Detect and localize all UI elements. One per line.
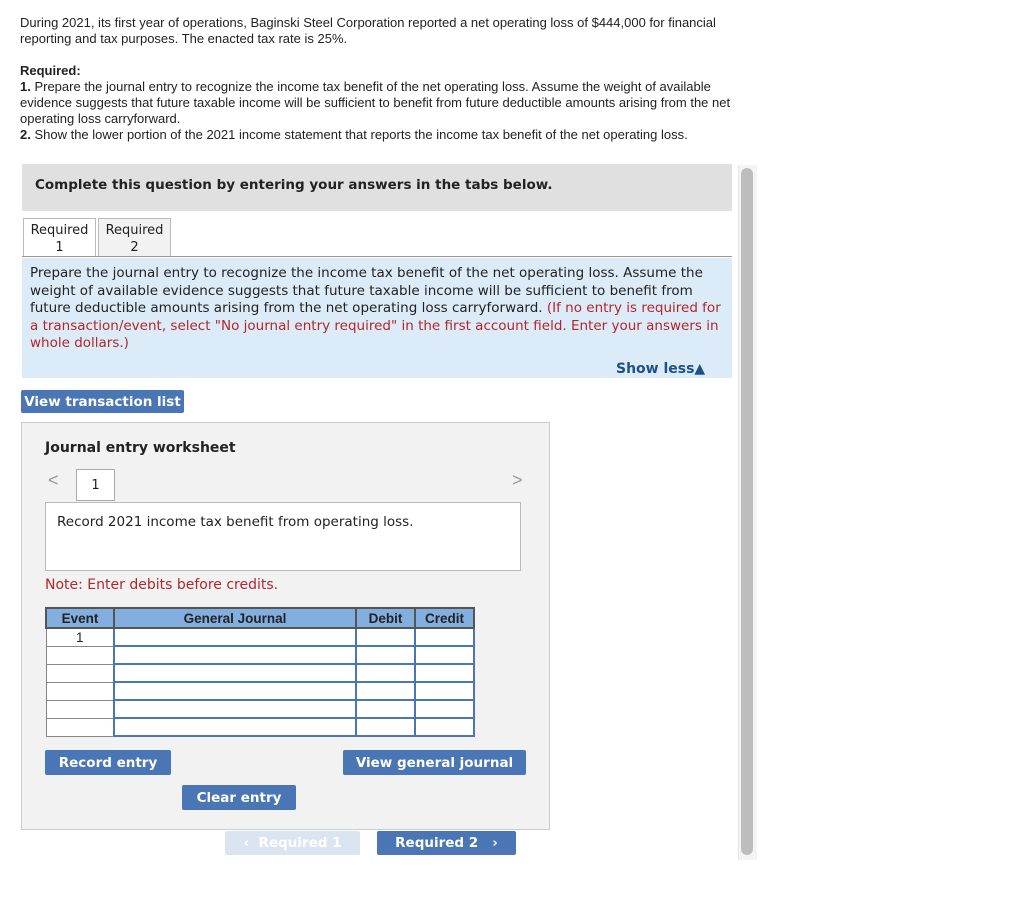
tab-label: 1 xyxy=(55,240,64,255)
required-label: Required: xyxy=(20,63,81,78)
credit-input[interactable] xyxy=(414,717,475,737)
banner-text: Complete this question by entering your … xyxy=(35,177,553,193)
event-cell: 1 xyxy=(45,627,115,647)
tab-label: Required xyxy=(30,223,89,238)
table-row xyxy=(45,681,475,701)
credit-input[interactable] xyxy=(414,645,475,665)
debit-input[interactable] xyxy=(355,717,416,737)
account-input[interactable] xyxy=(113,627,357,647)
credit-input[interactable] xyxy=(414,627,475,647)
journal-entry-worksheet: Journal entry worksheet < 1 > Record 202… xyxy=(21,422,550,830)
problem-intro: During 2021, its first year of operation… xyxy=(20,15,716,46)
entry-description: Record 2021 income tax benefit from oper… xyxy=(45,502,521,571)
credit-input[interactable] xyxy=(414,699,475,719)
debit-input[interactable] xyxy=(355,681,416,701)
account-input[interactable] xyxy=(113,699,357,719)
worksheet-note: Note: Enter debits before credits. xyxy=(45,577,279,593)
prev-required-1-button[interactable]: ‹ Required 1 xyxy=(225,831,360,855)
account-input[interactable] xyxy=(113,645,357,665)
event-cell xyxy=(45,717,115,737)
chevron-right-icon: › xyxy=(478,835,498,851)
event-cell xyxy=(45,645,115,665)
event-cell xyxy=(45,681,115,701)
table-row xyxy=(45,699,475,719)
problem-statement: During 2021, its first year of operation… xyxy=(20,15,750,143)
tab-label: 2 xyxy=(130,240,139,255)
req2-number: 2. xyxy=(20,127,31,142)
question-instructions: Prepare the journal entry to recognize t… xyxy=(22,258,732,378)
col-general-journal: General Journal xyxy=(113,607,357,629)
prev-label: Required 1 xyxy=(258,835,342,851)
chevron-right-icon[interactable]: > xyxy=(512,470,523,491)
worksheet-title: Journal entry worksheet xyxy=(45,440,236,456)
chevron-left-icon: ‹ xyxy=(243,835,259,851)
event-cell xyxy=(45,663,115,683)
event-cell xyxy=(45,699,115,719)
col-credit: Credit xyxy=(414,607,475,629)
next-label: Required 2 xyxy=(395,835,479,851)
journal-table: Event General Journal Debit Credit 1 xyxy=(45,607,475,737)
table-row xyxy=(45,717,475,737)
debit-input[interactable] xyxy=(355,627,416,647)
show-less-link[interactable]: Show less▲ xyxy=(616,361,1024,377)
entry-number-tab[interactable]: 1 xyxy=(76,469,115,501)
debit-input[interactable] xyxy=(355,699,416,719)
credit-input[interactable] xyxy=(414,681,475,701)
tab-label: Required xyxy=(105,223,164,238)
chevron-left-icon[interactable]: < xyxy=(48,470,59,491)
record-entry-button[interactable]: Record entry xyxy=(45,750,171,775)
tab-required-2[interactable]: Required 2 xyxy=(98,218,171,256)
col-debit: Debit xyxy=(355,607,416,629)
req1-number: 1. xyxy=(20,79,31,94)
clear-entry-button[interactable]: Clear entry xyxy=(182,785,296,810)
next-required-2-button[interactable]: Required 2 › xyxy=(377,831,516,855)
scrollbar-thumb[interactable] xyxy=(741,168,753,855)
debit-input[interactable] xyxy=(355,663,416,683)
req2-text: Show the lower portion of the 2021 incom… xyxy=(30,127,688,142)
instructions-banner: Complete this question by entering your … xyxy=(22,164,732,211)
view-transaction-list-button[interactable]: View transaction list xyxy=(21,390,184,413)
table-row xyxy=(45,663,475,683)
tab-divider xyxy=(22,256,732,257)
debit-input[interactable] xyxy=(355,645,416,665)
account-input[interactable] xyxy=(113,681,357,701)
table-row xyxy=(45,645,475,665)
tab-required-1[interactable]: Required 1 xyxy=(23,218,96,256)
credit-input[interactable] xyxy=(414,663,475,683)
col-event: Event xyxy=(45,607,115,629)
view-general-journal-button[interactable]: View general journal xyxy=(343,750,526,775)
account-input[interactable] xyxy=(113,663,357,683)
req1-text: Prepare the journal entry to recognize t… xyxy=(20,79,731,126)
account-input[interactable] xyxy=(113,717,357,737)
table-row: 1 xyxy=(45,627,475,647)
